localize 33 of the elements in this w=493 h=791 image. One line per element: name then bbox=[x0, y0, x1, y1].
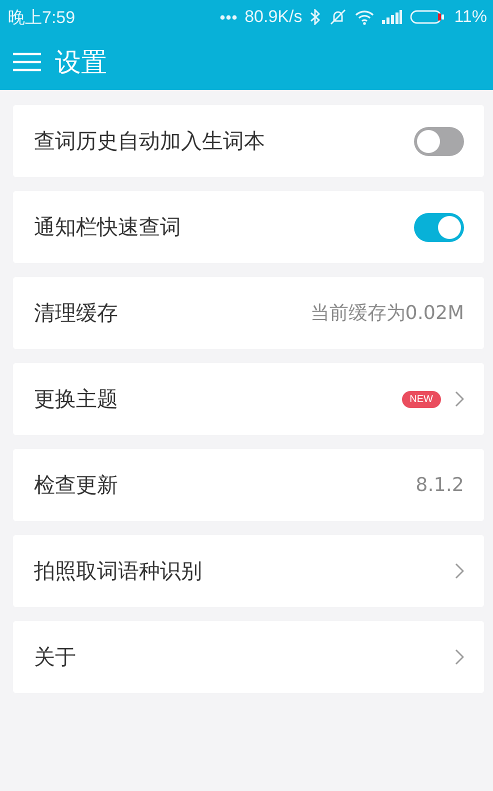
toggle-switch[interactable] bbox=[414, 126, 464, 156]
signal-icon bbox=[382, 10, 402, 24]
network-speed: 80.9K/s bbox=[244, 7, 302, 27]
setting-row[interactable]: 关于 bbox=[13, 621, 484, 693]
muted-bell-icon bbox=[329, 9, 348, 25]
wifi-icon bbox=[355, 10, 374, 24]
status-time: 晚上7:59 bbox=[8, 6, 76, 28]
setting-value: 8.1.2 bbox=[416, 474, 464, 496]
chevron-right-icon bbox=[455, 391, 464, 407]
page-title: 设置 bbox=[55, 46, 107, 80]
menu-button[interactable] bbox=[13, 52, 41, 72]
setting-row[interactable]: 检查更新 8.1.2 bbox=[13, 449, 484, 521]
setting-label: 检查更新 bbox=[34, 472, 118, 499]
setting-row[interactable]: 拍照取词语种识别 bbox=[13, 535, 484, 607]
new-badge: NEW bbox=[402, 390, 441, 408]
setting-label: 拍照取词语种识别 bbox=[34, 558, 202, 585]
setting-label: 查词历史自动加入生词本 bbox=[34, 128, 265, 155]
setting-value: 当前缓存为0.02M bbox=[310, 301, 464, 326]
setting-row[interactable]: 更换主题 NEW bbox=[13, 363, 484, 435]
chevron-right-icon bbox=[455, 563, 464, 579]
setting-row[interactable]: 通知栏快速查词 bbox=[13, 191, 484, 263]
setting-row[interactable]: 查词历史自动加入生词本 bbox=[13, 105, 484, 177]
battery-icon bbox=[410, 10, 446, 24]
setting-label: 更换主题 bbox=[34, 386, 118, 413]
setting-label: 清理缓存 bbox=[34, 300, 118, 327]
more-notifications-icon bbox=[220, 14, 237, 20]
setting-label: 关于 bbox=[34, 644, 76, 671]
setting-label: 通知栏快速查词 bbox=[34, 214, 181, 241]
bluetooth-icon bbox=[310, 9, 322, 25]
setting-row[interactable]: 清理缓存 当前缓存为0.02M bbox=[13, 277, 484, 349]
chevron-right-icon bbox=[455, 649, 464, 665]
battery-percent: 11% bbox=[454, 7, 487, 27]
toggle-switch[interactable] bbox=[414, 212, 464, 242]
